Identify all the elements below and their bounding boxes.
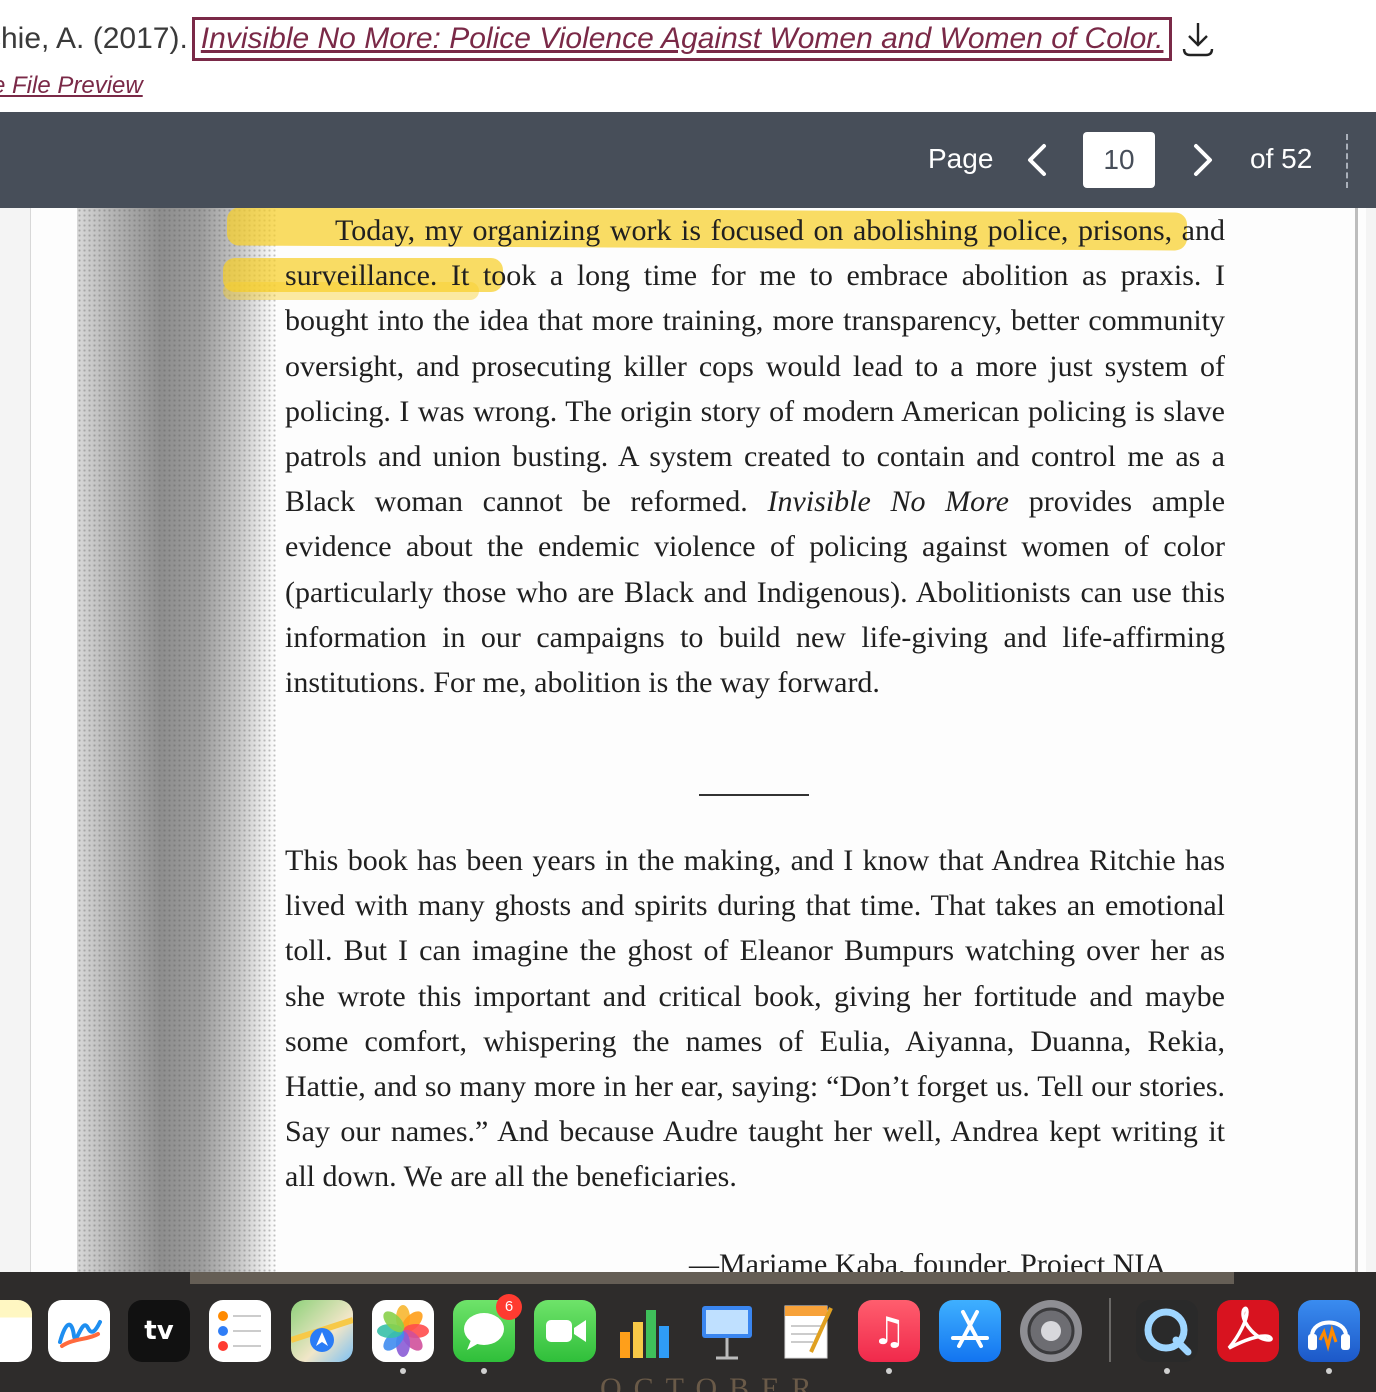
file-preview-link[interactable]: e File Preview	[0, 72, 143, 100]
page-gutter-noise	[77, 208, 277, 1272]
paragraph-1-text: Today, my organizing work is focused on …	[285, 214, 1225, 519]
pages-icon[interactable]	[777, 1300, 839, 1362]
appletv-icon[interactable]: tv	[128, 1300, 190, 1362]
running-indicator	[1164, 1368, 1170, 1374]
page-edge	[1355, 208, 1358, 1272]
freeform-icon[interactable]	[48, 1300, 110, 1362]
acrobat-icon[interactable]	[1217, 1300, 1279, 1362]
audacity-icon[interactable]	[1298, 1300, 1360, 1362]
page-number-input[interactable]	[1083, 132, 1155, 188]
document-page: Today, my organizing work is focused on …	[30, 208, 1366, 1272]
numbers-icon[interactable]	[614, 1300, 676, 1362]
dock-divider	[1109, 1298, 1111, 1362]
citation-header: chie, A. (2017). Invisible No More: Poli…	[0, 0, 1376, 112]
paragraph-2: This book has been years in the making, …	[285, 844, 1225, 1194]
macos-dock: OCTOBER tv ♫	[0, 1272, 1376, 1392]
running-indicator	[481, 1368, 487, 1374]
running-indicator	[400, 1368, 406, 1374]
maps-icon[interactable]	[291, 1300, 353, 1362]
citation-prefix: chie, A. (2017).	[0, 22, 188, 55]
citation-title-link[interactable]: Invisible No More: Police Violence Again…	[191, 17, 1173, 61]
book-title-italic: Invisible No More	[767, 485, 1010, 519]
download-icon[interactable]	[1182, 19, 1214, 59]
music-icon[interactable]: ♫	[858, 1300, 920, 1362]
next-page-button[interactable]	[1184, 136, 1220, 184]
quicktime-icon[interactable]	[1136, 1300, 1198, 1362]
reminders-icon[interactable]	[209, 1300, 271, 1362]
document-viewport[interactable]: Today, my organizing work is focused on …	[0, 208, 1376, 1272]
page-footer-text: OCTOBER	[600, 1372, 824, 1392]
page-strip	[190, 1272, 1234, 1284]
previous-page-button[interactable]	[1020, 136, 1056, 184]
paragraph-1: Today, my organizing work is focused on …	[285, 208, 1225, 705]
attribution: —Mariame Kaba, founder, Project NIA	[689, 1248, 1166, 1272]
chevron-left-icon	[1028, 144, 1046, 176]
facetime-icon[interactable]	[534, 1300, 596, 1362]
messages-badge: 6	[496, 1294, 522, 1320]
appstore-icon[interactable]	[939, 1300, 1001, 1362]
citation-line: chie, A. (2017). Invisible No More: Poli…	[0, 14, 1214, 64]
page-total: of 52	[1250, 143, 1313, 174]
notes-icon[interactable]	[0, 1300, 32, 1362]
settings-icon[interactable]	[1020, 1300, 1082, 1362]
page-label: Page	[928, 143, 994, 174]
running-indicator	[1326, 1368, 1332, 1374]
viewer-toolbar: Page of 52	[0, 112, 1376, 208]
toolbar-separator	[1346, 134, 1348, 188]
chevron-right-icon	[1194, 144, 1212, 176]
section-divider	[699, 794, 809, 796]
running-indicator	[886, 1368, 892, 1374]
keynote-icon[interactable]	[696, 1300, 758, 1362]
photos-icon[interactable]	[372, 1300, 434, 1362]
